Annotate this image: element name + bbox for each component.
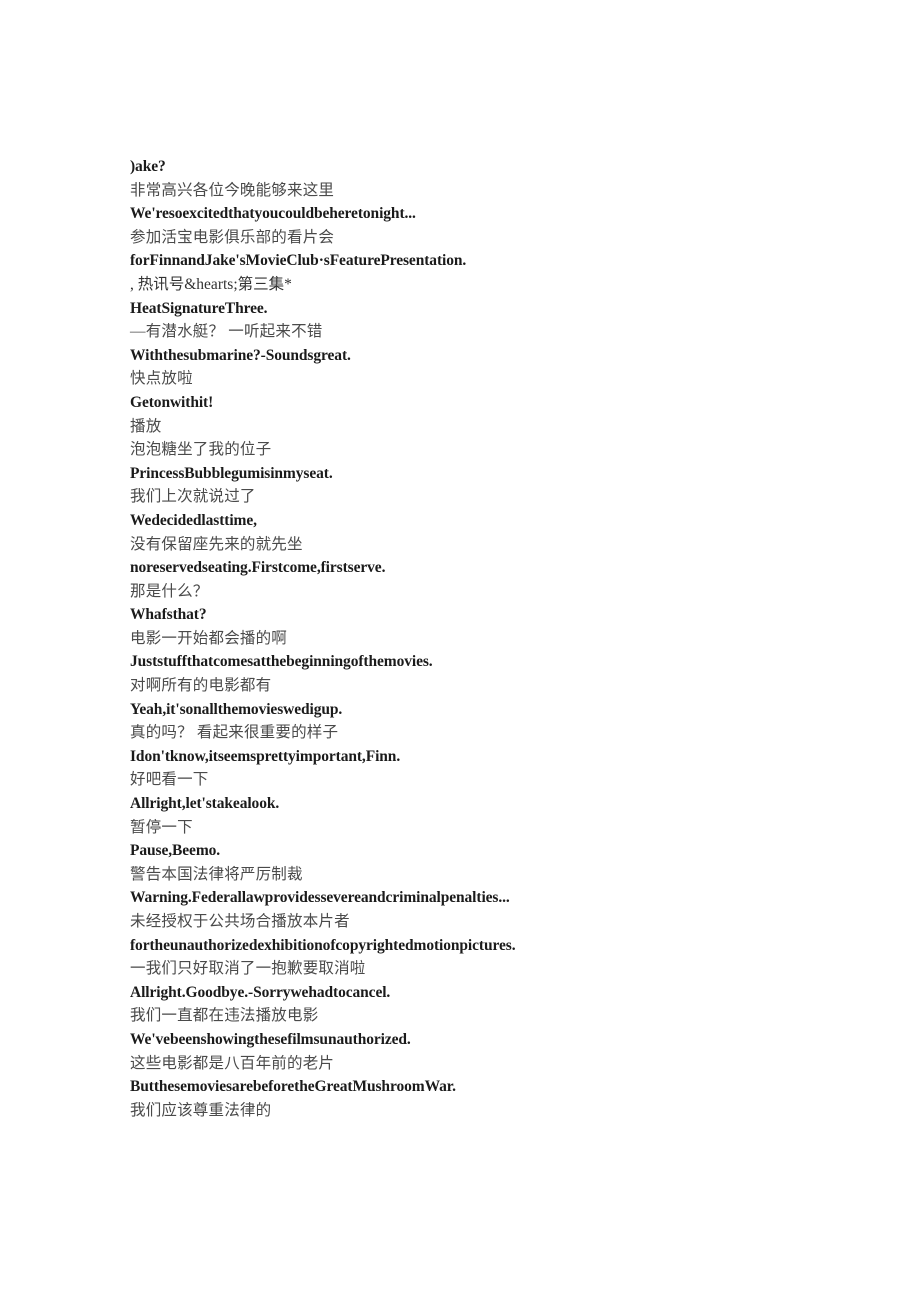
transcript-line: Withthesubmarine?-Soundsgreat.	[130, 346, 351, 364]
transcript-line: 好吧看一下	[130, 771, 209, 789]
transcript-line: 暂停一下	[130, 818, 193, 836]
transcript-line: We'resoexcitedthatyoucouldbeheretonight.…	[130, 205, 416, 223]
transcript-line: fortheunauthorizedexhibitionofcopyrighte…	[130, 936, 516, 954]
transcript-line: Whafsthat?	[130, 606, 207, 624]
transcript-line: 真的吗？ 看起来很重要的样子	[130, 724, 339, 742]
transcript-line: 对啊所有的电影都有	[130, 677, 272, 695]
document-page: )ake? 非常高兴各位今晚能够来这里 We'resoexcitedthatyouc…	[0, 0, 920, 1301]
transcript-line: 我们一直都在违法播放电影	[130, 1007, 319, 1025]
transcript-line: 我们应该尊重法律的	[130, 1101, 272, 1119]
transcript-line: ButthesemoviesarebeforetheGreatMushroomW…	[130, 1078, 456, 1096]
transcript-line: forFinnandJake'sMovieClub·sFeaturePresen…	[130, 252, 467, 270]
transcript-line: Allright,let'stakealook.	[130, 795, 280, 813]
transcript-line: —有潜水艇？ 一听起来不错	[130, 323, 323, 341]
transcript-line: Yeah,it'sonallthemovieswedigup.	[130, 700, 343, 718]
transcript-line: 播放	[130, 417, 162, 435]
transcript-line: 没有保留座先来的就先坐	[130, 535, 303, 553]
transcript-line: 未经授权于公共场合播放本片者	[130, 913, 350, 930]
transcript-line: 警告本国法律将严厉制裁	[130, 865, 303, 883]
transcript-line: Wedecidedlasttime,	[130, 511, 257, 529]
transcript-line: 我们上次就说过了	[130, 488, 256, 506]
transcript-line: HeatSignatureThree.	[130, 299, 268, 317]
transcript-line: 电影一开始都会播的啊	[130, 629, 288, 647]
transcript-line: Pause,Beemo.	[130, 842, 221, 860]
transcript-line: )ake?	[130, 158, 166, 175]
transcript-line: , 热讯号&hearts;第三集*	[130, 275, 292, 293]
transcript-line: PrincessBubblegumisinmyseat.	[130, 464, 333, 482]
transcript-line: 快点放啦	[130, 370, 193, 388]
transcript-line: We'vebeenshowingthesefilmsunauthorized.	[130, 1030, 411, 1048]
transcript-line: Allright.Goodbye.-Sorrywehadtocancel.	[130, 983, 391, 1001]
transcript-line: 泡泡糖坐了我的位子	[130, 441, 272, 459]
transcript-line: Juststuffthatcomesatthebeginningofthemov…	[130, 653, 433, 671]
transcript-line: 这些电影都是八百年前的老片	[130, 1054, 335, 1072]
transcript-line: 参加活宝电影俱乐部的看片会	[130, 228, 335, 246]
transcript-line: 非常高兴各位今晚能够来这里	[130, 181, 335, 199]
transcript-line: Getonwithit!	[130, 393, 214, 411]
transcript-line: Warning.Federallawprovidessevereandcrimi…	[130, 889, 510, 907]
transcript-line: 那是什么？	[130, 582, 209, 600]
transcript-line: 一我们只好取消了一抱歉要取消啦	[130, 960, 366, 978]
transcript-line: noreservedseating.Firstcome,firstserve.	[130, 559, 386, 577]
subtitle-transcript-block: )ake? 非常高兴各位今晚能够来这里 We'resoexcitedthatyouc…	[130, 155, 830, 1122]
transcript-line: Idon'tknow,itseemsprettyimportant,Finn.	[130, 747, 401, 765]
